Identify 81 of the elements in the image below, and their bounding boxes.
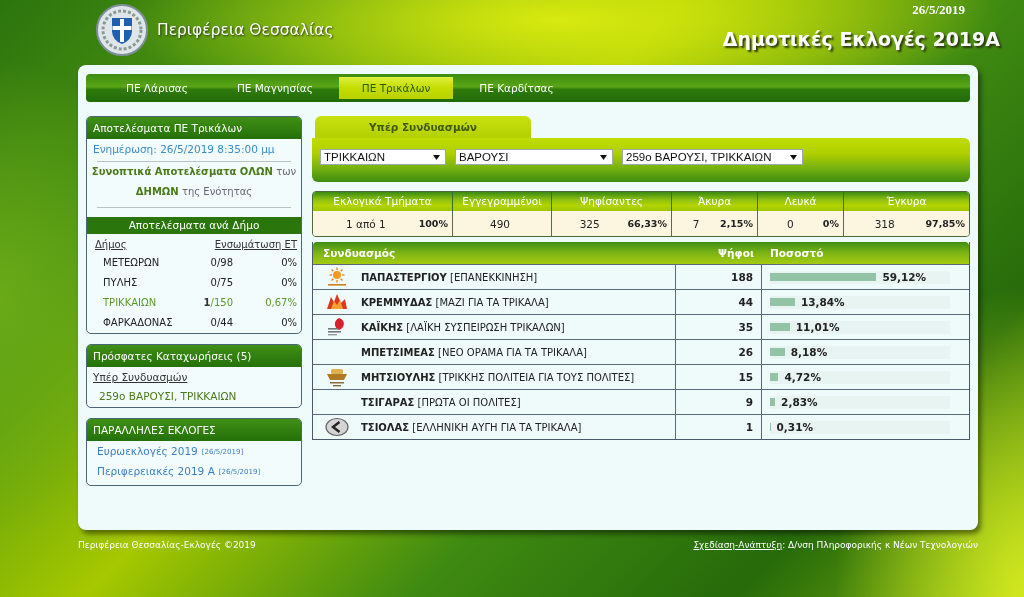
candidate-name: ΚΑΪΚΗΣ [ΛΑΪΚΗ ΣΥΣΠΕΙΡΩΣΗ ΤΡΙΚΑΛΩΝ]	[361, 321, 565, 333]
percent-value: 59,12%	[882, 270, 927, 284]
table-cell-text: 490	[488, 217, 511, 230]
table-cell-text: 0%	[280, 256, 297, 270]
panel-title: ΠΑΡΑΛΛΗΛΕΣ ΕΚΛΟΓΕΣ	[87, 419, 301, 441]
percent-value: 4,72%	[784, 370, 821, 384]
panel-title: Πρόσφατες Καταχωρήσεις (5)	[87, 345, 301, 367]
vote-count: 35	[738, 321, 753, 333]
district-link[interactable]: ΠΥΛΗΣ	[95, 273, 181, 293]
site-title: Περιφέρεια Θεσσαλίας	[157, 21, 334, 39]
summary-link[interactable]: Συνοπτικά Αποτελέσματα ΟΛΩΝ των ΔΗΜΩΝ της Ενότητας	[87, 162, 301, 202]
percent-value: 11,01%	[795, 320, 840, 334]
dropdown[interactable]: ΤΡΙΚΚΑΙΩΝ	[320, 149, 446, 165]
table-cell-text: 0%	[280, 316, 297, 330]
table-cell-text: 0	[786, 217, 795, 230]
election-link[interactable]: Περιφερειακές 2019 Α	[97, 463, 215, 479]
table-cell-text: 318	[873, 217, 896, 230]
dropdown[interactable]: ΒΑΡΟΥΣΙ	[455, 149, 613, 165]
column-header: Συνδυασμός	[322, 246, 397, 261]
vote-count: 188	[731, 271, 753, 283]
entry-link[interactable]: 259ο ΒΑΡΟΥΣΙ, ΤΡΙΚΚΑΙΩΝ	[93, 388, 295, 404]
cross-emblem-icon	[95, 4, 149, 56]
table-cell-text: 7	[691, 217, 701, 230]
region-tab[interactable]: ΠΕ Καρδίτσας	[456, 77, 577, 99]
section-tab[interactable]: Υπέρ Συνδυασμών	[315, 116, 531, 138]
district-link[interactable]: ΤΡΙΚΚΑΙΩΝ	[95, 293, 181, 313]
candidate-name: ΤΣΙΓΑΡΑΣ [ΠΡΩΤΑ ΟΙ ΠΟΛΙΤΕΣ]	[361, 396, 521, 408]
candidate-name: ΚΡΕΜΜΥΔΑΣ [ΜΑΖΙ ΓΙΑ ΤΑ ΤΡΙΚΑΛΑ]	[361, 296, 549, 308]
candidate-name: ΜΗΤΣΙΟΥΛΗΣ [ΤΡΙΚΚΗΣ ΠΟΛΙΤΕΙΑ ΓΙΑ ΤΟΥΣ ΠΟΛΙΤΕΣ]	[361, 371, 635, 383]
column-header: Ψήφοι	[717, 246, 755, 261]
percent-value: 2,15%	[720, 218, 753, 229]
district-link[interactable]: ΦΑΡΚΑΔΟΝΑΣ	[95, 313, 181, 333]
table-cell-text: 1/150	[202, 296, 234, 310]
boat-icon	[325, 367, 349, 387]
vote-count: 1	[745, 421, 753, 433]
caret-icon	[790, 154, 797, 160]
region-tab[interactable]: ΠΕ Μαγνησίας	[213, 77, 336, 99]
percent-value: 66,33%	[627, 218, 667, 229]
candidate-name: ΤΣΙΟΛΑΣ [ΕΛΛΗΝΙΚΗ ΑΥΓΗ ΓΙΑ ΤΑ ΤΡΙΚΑΛΑ]	[361, 421, 582, 433]
percent-value: 0%	[822, 218, 839, 229]
table-cell-text: 325	[578, 217, 601, 230]
candidate-name: ΜΠΕΤΣΙΜΕΑΣ [ΝΕΟ ΟΡΑΜΑ ΓΙΑ ΤΑ ΤΡΙΚΑΛΑ]	[361, 346, 587, 358]
table-cell-text: 1 από 1	[344, 217, 387, 230]
table-cell-text: 0/44	[209, 316, 234, 330]
credit-text: Σχεδίαση-Ανάπτυξη: Δ/νση Πληροφορικής κ Νέων Τεχνολογιών	[693, 540, 978, 550]
district-link[interactable]: ΜΕΤΕΩΡΩΝ	[95, 253, 181, 273]
table-cell-text: 0/75	[209, 276, 234, 290]
category-link[interactable]: Υπέρ Συνδυασμών	[93, 369, 295, 385]
table-cell-text: 0%	[280, 276, 297, 290]
flame-icon	[325, 292, 349, 312]
caret-icon	[600, 154, 607, 160]
table-cell-text: 0/98	[209, 256, 234, 270]
region-tab[interactable]: ΠΕ Λάρισας	[103, 77, 211, 99]
election-link[interactable]: Ευρωεκλογές 2019	[97, 443, 198, 459]
vote-count: 9	[745, 396, 753, 408]
vote-count: 15	[738, 371, 753, 383]
percent-value: 2,83%	[781, 395, 818, 409]
column-header: Δήμος	[95, 238, 128, 252]
vote-count: 26	[738, 346, 753, 358]
column-header: Έγκυρα	[885, 194, 928, 209]
percent-value: 100%	[418, 218, 448, 229]
caret-icon	[433, 154, 440, 160]
column-header: Ποσοστό	[769, 246, 825, 261]
region-tab[interactable]: ΠΕ Τρικάλων	[338, 77, 454, 99]
copyright-text: Περιφέρεια Θεσσαλίας-Εκλογές ©2019	[78, 540, 256, 550]
update-time: Ενημέρωση: 26/5/2019 8:35:00 μμ	[92, 142, 276, 157]
percent-value: 97,85%	[925, 218, 965, 229]
table-cell-text: 0,67%	[264, 296, 297, 310]
column-header: Ενσωμάτωση ΕΤ	[214, 238, 297, 252]
dropdown[interactable]: 259ο ΒΑΡΟΥΣΙ, ΤΡΙΚΚΑΙΩΝ	[622, 149, 803, 165]
panel-title: Αποτελέσματα ΠΕ Τρικάλων	[87, 117, 301, 139]
sun-icon	[325, 267, 349, 287]
section-heading: Αποτελέσματα ανά Δήμο	[87, 217, 301, 234]
percent-value: 8,18%	[790, 345, 828, 359]
candidate-name: ΠΑΠΑΣΤΕΡΓΙΟΥ [ΕΠΑΝΕΚΚΙΝΗΣΗ]	[361, 271, 538, 283]
chevron-circle-icon	[325, 417, 349, 437]
percent-value: 0,31%	[776, 420, 813, 434]
percent-value: 13,84%	[800, 295, 845, 309]
vote-count: 44	[738, 296, 753, 308]
date-label: 26/5/2019	[912, 2, 965, 18]
page-title: Δημοτικές Εκλογές 2019Α	[722, 28, 1000, 50]
